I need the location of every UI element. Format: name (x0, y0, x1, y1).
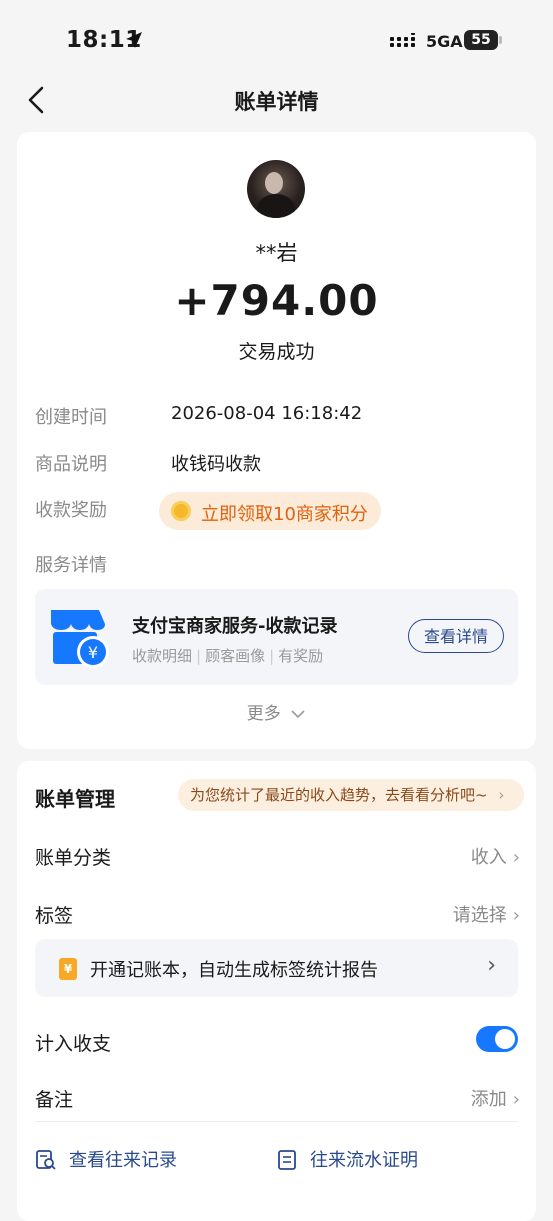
ledger-icon: ¥ (59, 958, 77, 980)
tag-selector[interactable]: 请选择 › (453, 901, 520, 927)
more-label: 更多 (246, 704, 281, 724)
battery-cap (499, 36, 502, 44)
claim-reward-button[interactable]: 立即领取10商家积分 (159, 492, 381, 530)
created-time-label: 创建时间 (35, 407, 107, 428)
chevron-right-icon: › (487, 953, 496, 978)
reward-label: 收款奖励 (35, 500, 107, 521)
include-toggle[interactable] (476, 1026, 518, 1052)
transaction-card: **岩 +794.00 交易成功 创建时间 2026-08-04 16:18:4… (17, 132, 536, 749)
product-desc-value: 收钱码收款 (171, 454, 261, 475)
category-value: 收入 (470, 847, 507, 868)
view-details-button[interactable]: 查看详情 (408, 619, 504, 653)
chevron-right-icon: › (512, 847, 520, 868)
note-value: 添加 (470, 1089, 507, 1110)
transaction-amount: +794.00 (174, 276, 379, 325)
chevron-right-icon: › (512, 905, 520, 926)
include-label: 计入收支 (35, 1033, 112, 1055)
chevron-down-icon (291, 710, 305, 719)
category-selector[interactable]: 收入 › (471, 843, 520, 869)
created-time-value: 2026-08-04 16:18:42 (171, 403, 363, 424)
transaction-status: 交易成功 (238, 341, 315, 363)
management-title: 账单管理 (35, 787, 115, 811)
product-desc-label: 商品说明 (35, 454, 107, 475)
ledger-banner[interactable]: ¥ 开通记账本，自动生成标签统计报告 › (35, 939, 518, 997)
chevron-right-icon: › (498, 786, 505, 804)
category-label: 账单分类 (35, 847, 112, 869)
service-title: 支付宝商家服务-收款记录 (132, 616, 338, 637)
tag-value: 请选择 (452, 905, 507, 926)
income-trend-label: 为您统计了最近的收入趋势，去看看分析吧~ (190, 786, 488, 804)
battery-icon: 55 (464, 30, 498, 50)
note-add[interactable]: 添加 › (471, 1085, 520, 1111)
ledger-banner-text: 开通记账本，自动生成标签统计报告 (90, 960, 378, 981)
service-sub-item: 收款明细 (132, 647, 193, 665)
tag-label: 标签 (35, 905, 74, 927)
view-records-link[interactable]: 查看往来记录 (69, 1146, 177, 1172)
bill-management-card: 账单管理 为您统计了最近的收入趋势，去看看分析吧~ › 账单分类 收入 › 标签 … (17, 761, 536, 1221)
statement-proof-link[interactable]: 往来流水证明 (310, 1146, 418, 1172)
statement-proof-icon (278, 1150, 296, 1170)
merchant-service-card[interactable]: ¥ 支付宝商家服务-收款记录 收款明细 | 顾客画像 | 有奖励 查看详情 (35, 589, 518, 685)
network-type: 5GA (426, 32, 463, 51)
records-search-icon (36, 1150, 56, 1170)
page-title: 账单详情 (234, 90, 319, 114)
chevron-right-icon: › (512, 1089, 520, 1110)
service-detail-label: 服务详情 (35, 555, 107, 576)
claim-reward-label: 立即领取10商家积分 (201, 504, 368, 525)
service-sub-item: 有奖励 (278, 647, 324, 665)
status-bar: 18:11 5GA 55 (0, 0, 553, 80)
divider (35, 1121, 518, 1122)
more-button[interactable]: 更多 (17, 699, 536, 724)
nav-bar: 账单详情 (0, 78, 553, 122)
avatar[interactable] (247, 160, 305, 218)
signal-icon (390, 33, 415, 47)
income-trend-tip[interactable]: 为您统计了最近的收入趋势，去看看分析吧~ › (178, 779, 524, 811)
payer-name: **岩 (255, 241, 298, 265)
note-label: 备注 (35, 1089, 74, 1111)
service-subtitle: 收款明细 | 顾客画像 | 有奖励 (132, 647, 324, 665)
location-arrow-icon (126, 32, 142, 48)
coin-icon (171, 501, 191, 521)
store-icon: ¥ (51, 610, 109, 668)
svg-text:¥: ¥ (88, 643, 98, 662)
service-sub-item: 顾客画像 (205, 647, 266, 665)
